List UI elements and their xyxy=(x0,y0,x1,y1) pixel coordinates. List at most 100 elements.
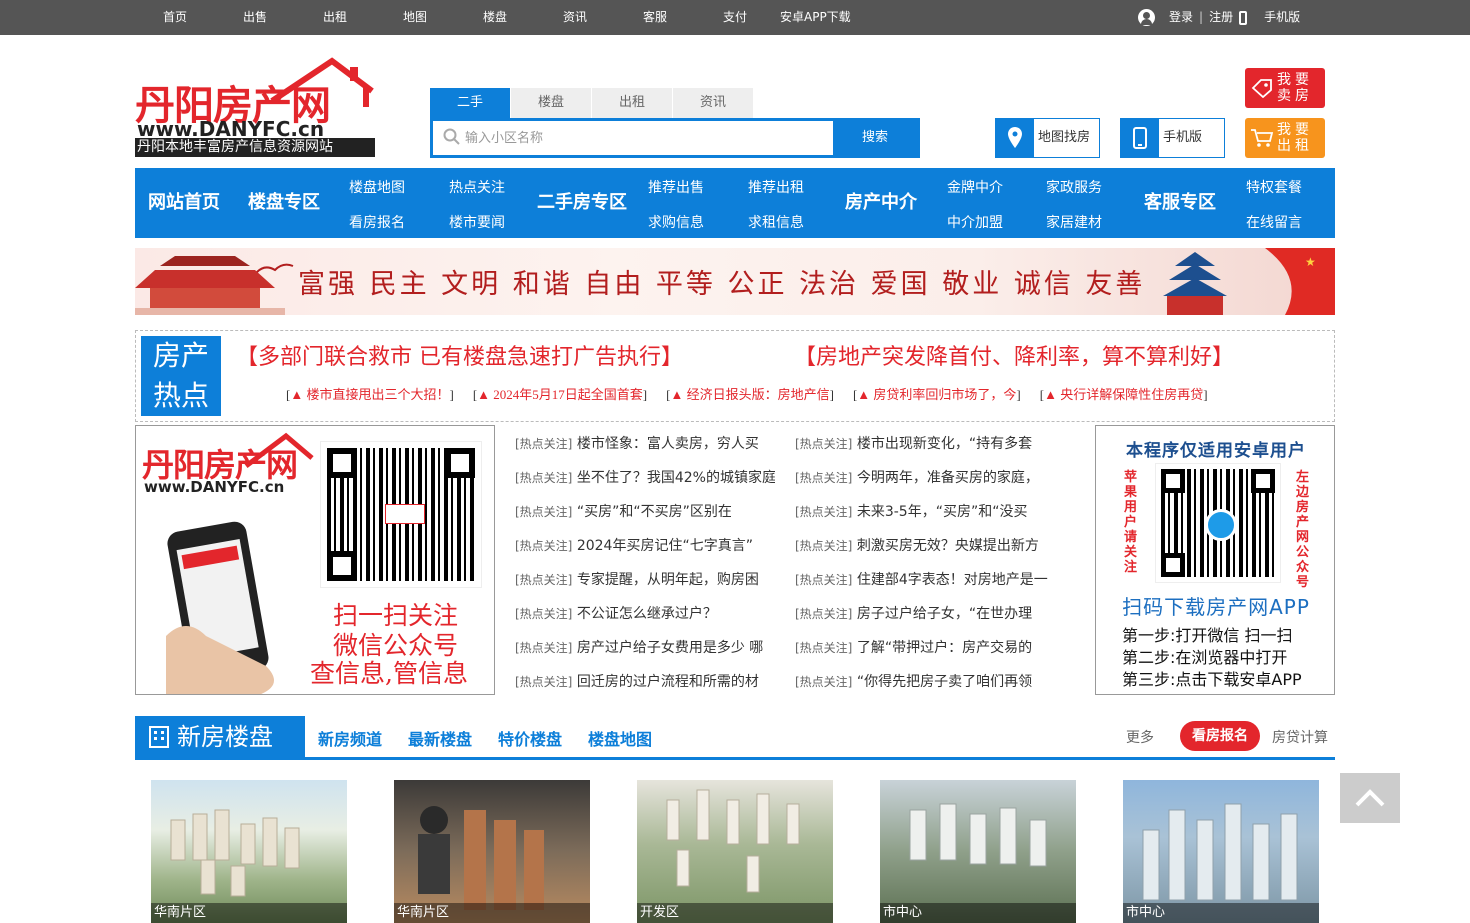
loupan-card[interactable]: 华南片区 xyxy=(151,780,347,923)
news-item[interactable]: [热点关注] 回迁房的过户流程和所需的材 xyxy=(515,671,775,691)
map-search-button[interactable]: 地图找房 xyxy=(995,118,1100,158)
nav-loupan-zone[interactable]: 楼盘专区 xyxy=(248,168,320,238)
top-nav-loupan[interactable]: 楼盘 xyxy=(483,0,507,35)
news-title: 2024年买房记住“七字真言” xyxy=(576,538,753,554)
top-nav-home[interactable]: 首页 xyxy=(163,0,187,35)
news-item[interactable]: [热点关注] “买房”和“不买房”区别在 xyxy=(515,501,775,521)
register-link[interactable]: 注册 xyxy=(1209,0,1233,35)
nav-home-service[interactable]: 家政服务 xyxy=(1046,177,1102,197)
more-link[interactable]: 更多 xyxy=(1126,727,1154,747)
nav-vip-package[interactable]: 特权套餐 xyxy=(1246,177,1302,197)
nav-buy-info[interactable]: 求购信息 xyxy=(648,212,704,232)
kanfang-signup-button[interactable]: 看房报名 xyxy=(1180,721,1260,751)
top-nav-rent[interactable]: 出租 xyxy=(323,0,347,35)
loupan-map-link[interactable]: 楼盘地图 xyxy=(588,726,652,750)
news-item[interactable]: [热点关注] 今明两年，准备买房的家庭， xyxy=(795,467,1055,487)
nav-kanfang-signup[interactable]: 看房报名 xyxy=(349,212,405,232)
card-region: 华南片区 xyxy=(151,903,347,923)
hot-link-2[interactable]: [▲ 2024年5月17日起全国首套] xyxy=(473,384,647,403)
news-item[interactable]: [热点关注] 坐不住了？我国42%的城镇家庭 xyxy=(515,467,775,487)
nav-loupan-map[interactable]: 楼盘地图 xyxy=(349,177,405,197)
news-item[interactable]: [热点关注] 专家提醒，从明年起，购房困 xyxy=(515,569,775,589)
loupan-card-4-image xyxy=(909,803,1047,867)
search-button[interactable]: 搜索 xyxy=(833,121,917,155)
hot-link-4[interactable]: [▲ 房贷利率回归市场了，今] xyxy=(853,384,1021,403)
nav-secondhand-zone[interactable]: 二手房专区 xyxy=(537,168,627,238)
nav-agency[interactable]: 房产中介 xyxy=(845,168,917,238)
nav-hot-focus[interactable]: 热点关注 xyxy=(449,177,505,197)
hot-headline-1[interactable]: 【多部门联合救市 已有楼盘急速打广告执行】 xyxy=(236,339,683,371)
temple-of-heaven-icon: ★ xyxy=(1163,248,1335,315)
search-tab-rent[interactable]: 出租 xyxy=(592,88,672,118)
news-title: 坐不住了？我国42%的城镇家庭 xyxy=(576,470,775,486)
new-houses-bar: 新房楼盘 新房频道 最新楼盘 特价楼盘 楼盘地图 更多 看房报名 房贷计算 xyxy=(135,716,1335,760)
nav-recommended-rent[interactable]: 推荐出租 xyxy=(748,177,804,197)
news-item[interactable]: [热点关注] 刺激买房无效？央媒提出新方 xyxy=(795,535,1055,555)
top-nav-service[interactable]: 客服 xyxy=(643,0,667,35)
loupan-card[interactable]: 华南片区 xyxy=(394,780,590,923)
hot-link-1[interactable]: [▲ 楼市直接甩出三个大招！] xyxy=(286,384,454,403)
rent-out-button[interactable]: 我要出租 xyxy=(1245,118,1325,158)
news-title: 不公证怎么继承过户？ xyxy=(576,606,717,622)
special-price-link[interactable]: 特价楼盘 xyxy=(498,726,562,750)
top-nav-map[interactable]: 地图 xyxy=(403,0,427,35)
user-icon xyxy=(1138,9,1155,26)
search-tab-loupan[interactable]: 楼盘 xyxy=(511,88,591,118)
nav-join-agency[interactable]: 中介加盟 xyxy=(947,212,1003,232)
hot-link-3[interactable]: [▲ 经济日报头版：房地产信] xyxy=(666,384,834,403)
news-item[interactable]: [热点关注] 住建部4字表态！对房地产是一 xyxy=(795,569,1055,589)
news-item[interactable]: [热点关注] 2024年买房记住“七字真言” xyxy=(515,535,775,555)
site-logo[interactable]: 丹阳房产网 www.DANYFC.cn 丹阳本地丰富房产信息资源网站 xyxy=(135,55,380,158)
search-input[interactable] xyxy=(465,121,833,155)
news-tag: [热点关注] xyxy=(795,471,853,485)
top-nav-sale[interactable]: 出售 xyxy=(243,0,267,35)
search-tab-news[interactable]: 资讯 xyxy=(673,88,753,118)
news-item[interactable]: [热点关注] 未来3-5年，“买房”和“没买 xyxy=(795,501,1055,521)
back-to-top-button[interactable] xyxy=(1340,773,1400,823)
news-item[interactable]: [热点关注] 了解“带押过户：房产交易的 xyxy=(795,637,1055,657)
top-nav-pay[interactable]: 支付 xyxy=(723,0,747,35)
mobile-version-link[interactable]: 手机版 xyxy=(1264,0,1300,35)
news-item[interactable]: [热点关注] 楼市怪象：富人卖房，穷人买 xyxy=(515,433,775,453)
loan-calculator-link[interactable]: 房贷计算 xyxy=(1272,727,1328,747)
loupan-card[interactable]: 开发区 xyxy=(637,780,833,923)
news-item[interactable]: [热点关注] 不公证怎么继承过户？ xyxy=(515,603,775,623)
news-item[interactable]: [热点关注] “你得先把房子卖了咱们再领 xyxy=(795,671,1055,691)
nav-rent-info[interactable]: 求租信息 xyxy=(748,212,804,232)
loupan-card[interactable]: 市中心 xyxy=(880,780,1076,923)
nav-market-news[interactable]: 楼市要闻 xyxy=(449,212,505,232)
news-title: 房产过户给子女费用是多少 哪 xyxy=(576,640,764,656)
search-tab-secondhand[interactable]: 二手 xyxy=(430,88,510,118)
news-title: “买房”和“不买房”区别在 xyxy=(576,504,732,520)
latest-loupan-link[interactable]: 最新楼盘 xyxy=(408,726,472,750)
hot-badge-line2: 热点 xyxy=(152,379,209,412)
new-houses-title: 新房楼盘 xyxy=(177,723,273,751)
nav-recommended-sale[interactable]: 推荐出售 xyxy=(648,177,704,197)
news-item[interactable]: [热点关注] 房子过户给子女，“在世办理 xyxy=(795,603,1055,623)
news-item[interactable]: [热点关注] 房产过户给子女费用是多少 哪 xyxy=(515,637,775,657)
top-nav-news[interactable]: 资讯 xyxy=(563,0,587,35)
hot-headline-2[interactable]: 【房地产突发降首付、降利率，算不算利好】 xyxy=(794,339,1234,371)
news-tag: [热点关注] xyxy=(795,573,853,587)
sell-house-button[interactable]: 我要卖房 xyxy=(1245,68,1325,108)
news-item[interactable]: [热点关注] 楼市出现新变化，“持有多套 xyxy=(795,433,1055,453)
new-houses-title-box: 新房楼盘 xyxy=(135,716,305,760)
new-house-channel-link[interactable]: 新房频道 xyxy=(318,726,382,750)
nav-service-zone[interactable]: 客服专区 xyxy=(1144,168,1216,238)
mobile-version-button[interactable]: 手机版 xyxy=(1120,118,1225,158)
mobile-icon xyxy=(1239,10,1248,25)
top-nav-app-download[interactable]: 安卓APP下载 xyxy=(780,0,851,35)
nav-home[interactable]: 网站首页 xyxy=(148,168,220,238)
mobile-version-label: 手机版 xyxy=(1163,130,1203,145)
nav-online-message[interactable]: 在线留言 xyxy=(1246,212,1302,232)
nav-home-build[interactable]: 家居建材 xyxy=(1046,212,1102,232)
search-icon xyxy=(443,128,460,145)
news-title: 楼市出现新变化，“持有多套 xyxy=(856,436,1033,452)
bird-icon xyxy=(256,263,294,273)
login-separator: | xyxy=(1199,10,1204,24)
loupan-card[interactable]: 市中心 xyxy=(1123,780,1319,923)
hot-link-5[interactable]: [▲ 央行详解保障性住房再贷] xyxy=(1040,384,1208,403)
nav-gold-agency[interactable]: 金牌中介 xyxy=(947,177,1003,197)
news-tag: [热点关注] xyxy=(515,505,573,519)
login-link[interactable]: 登录 xyxy=(1169,0,1193,35)
